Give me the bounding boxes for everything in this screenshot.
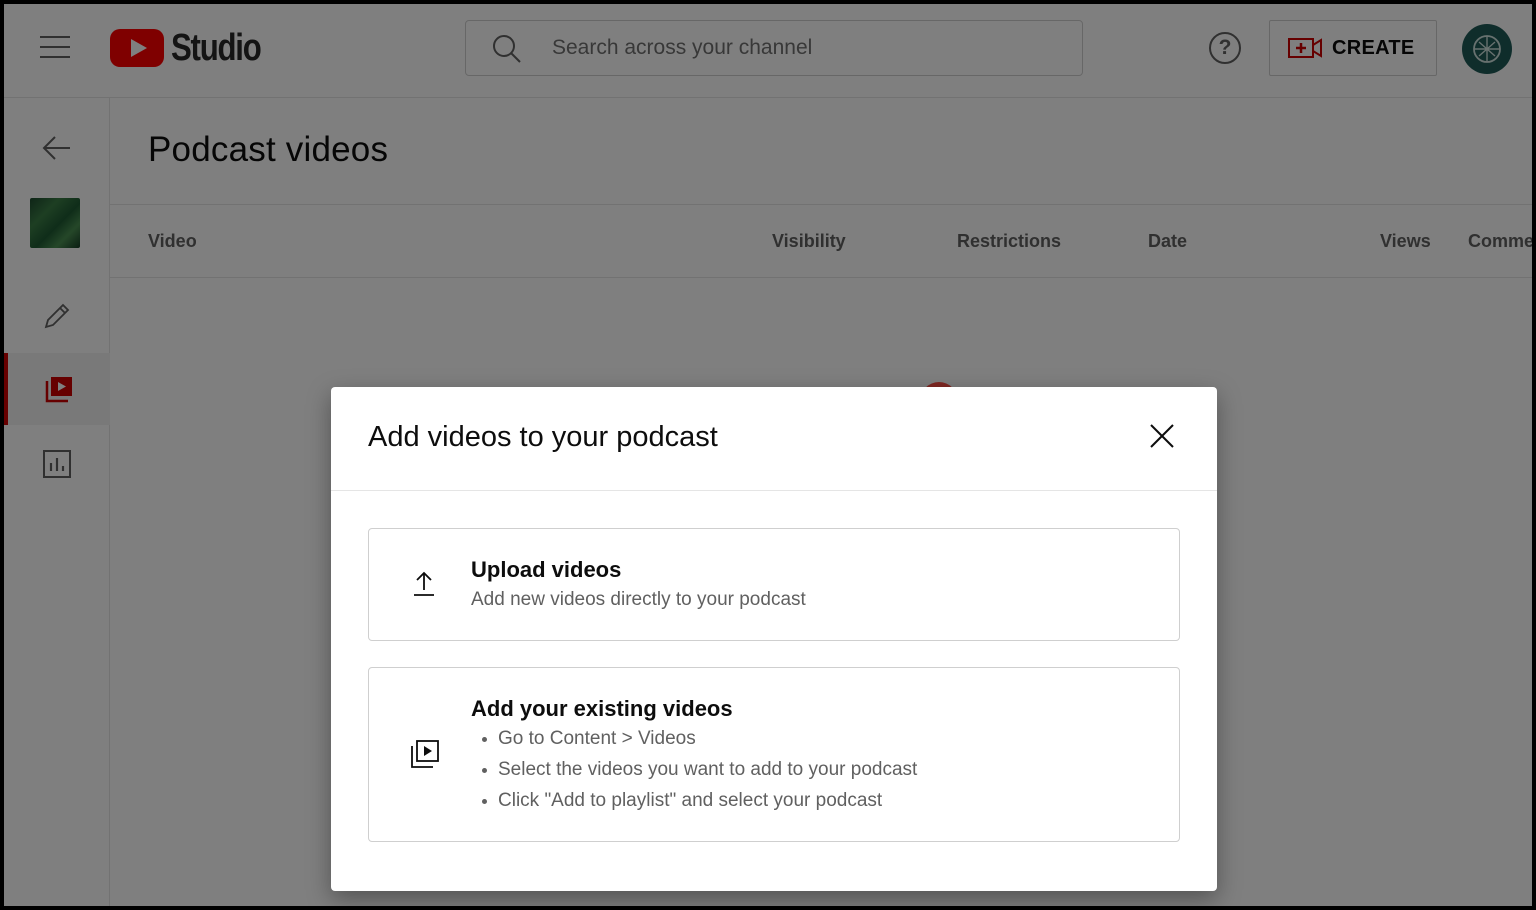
studio-app: Studio ? CREATE [4, 4, 1532, 906]
list-item: Click "Add to playlist" and select your … [471, 789, 917, 820]
dialog-title: Add videos to your podcast [368, 421, 718, 453]
upload-icon [414, 571, 434, 596]
close-icon[interactable] [1147, 421, 1177, 451]
upload-videos-description: Add new videos directly to your podcast [471, 589, 806, 610]
existing-videos-title: Add your existing videos [471, 696, 733, 721]
video-library-icon [411, 740, 439, 768]
list-item: Select the videos you want to add to you… [471, 758, 917, 789]
add-videos-dialog: Add videos to your podcast Upload videos… [331, 387, 1217, 891]
upload-videos-option[interactable]: Upload videos Add new videos directly to… [368, 528, 1180, 641]
dialog-header: Add videos to your podcast [331, 387, 1217, 491]
list-item: Go to Content > Videos [471, 727, 917, 758]
upload-videos-title: Upload videos [471, 557, 622, 582]
existing-videos-option[interactable]: Add your existing videos Go to Content >… [368, 667, 1180, 842]
existing-videos-steps: Go to Content > Videos Select the videos… [471, 727, 917, 820]
